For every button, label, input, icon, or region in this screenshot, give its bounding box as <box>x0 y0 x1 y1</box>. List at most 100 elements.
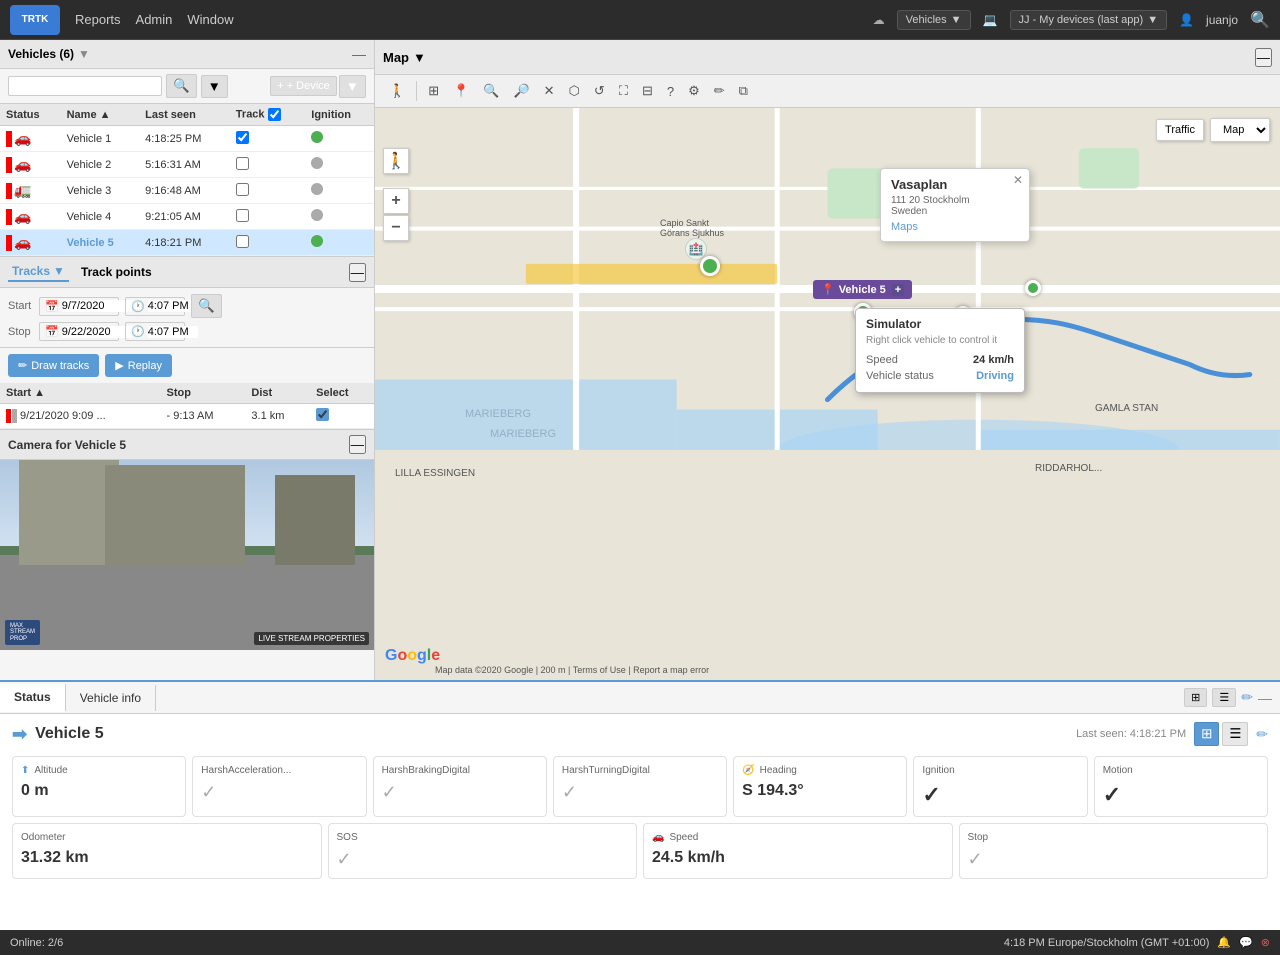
col-last-seen[interactable]: Last seen <box>139 104 230 126</box>
vehicles-title-button[interactable]: Vehicles (6) ▼ <box>8 47 90 61</box>
metric-sos-label: SOS <box>337 832 629 843</box>
nav-admin[interactable]: Admin <box>136 12 173 27</box>
camera-collapse-button[interactable]: — <box>349 435 366 454</box>
vehicle-track-cell[interactable] <box>230 152 305 178</box>
pin-tool-button[interactable]: 📍 <box>447 79 475 103</box>
status-icon-3[interactable]: ⊗ <box>1261 936 1270 949</box>
start-time-input[interactable]: 🕐 <box>125 297 185 316</box>
move-tool[interactable]: ✕ <box>538 79 561 103</box>
map-type-select[interactable]: Map <box>1210 118 1270 142</box>
edit-vehicle-button[interactable]: ✏ <box>1241 689 1253 706</box>
pegman-control[interactable]: 🚶 <box>383 148 409 174</box>
vehicle-row[interactable]: 🚗 Vehicle 1 4:18:25 PM <box>0 126 374 152</box>
status-tab[interactable]: Status <box>0 684 66 712</box>
track-checkbox[interactable] <box>236 183 249 196</box>
grid-view-toggle[interactable]: ⊞ <box>1194 722 1219 746</box>
person-tool-button[interactable]: 🚶 <box>383 79 411 103</box>
tracks-collapse-button[interactable]: — <box>349 263 366 282</box>
vehicles-collapse-button[interactable]: — <box>352 46 366 62</box>
metric-harsh_turning-label: HarshTurningDigital <box>562 765 718 776</box>
search-button[interactable]: 🔍 <box>1250 10 1270 30</box>
collapse-bottom-button[interactable]: — <box>1258 690 1272 706</box>
vehicle-info-tab[interactable]: Vehicle info <box>66 685 156 711</box>
track-col-start[interactable]: Start ▲ <box>0 383 160 404</box>
vehicle-track-cell[interactable] <box>230 178 305 204</box>
track-col-stop[interactable]: Stop <box>160 383 245 404</box>
track-all-checkbox[interactable] <box>268 108 281 121</box>
map-label-gamla-stan: GAMLA STAN <box>1095 403 1158 414</box>
map-title-button[interactable]: Map ▼ <box>383 50 426 65</box>
filter-button[interactable]: ▼ <box>201 75 228 98</box>
vehicle-search-input[interactable] <box>8 76 162 96</box>
stop-time-field[interactable] <box>148 326 198 338</box>
zoom-out-button[interactable]: − <box>383 215 409 241</box>
replay-button[interactable]: ▶ Replay <box>105 354 172 377</box>
tracks-tab[interactable]: Tracks ▼ <box>8 262 69 282</box>
start-date-input[interactable]: 📅 <box>39 297 119 316</box>
vehicle-track-cell[interactable] <box>230 204 305 230</box>
rotate-tool[interactable]: ↺ <box>588 79 611 103</box>
grid-tool-button[interactable]: ⊞ <box>422 79 445 103</box>
list-view-button[interactable]: ☰ <box>1212 688 1236 707</box>
vehicle-row[interactable]: 🚛 Vehicle 3 9:16:48 AM <box>0 178 374 204</box>
time-display: 4:18 PM Europe/Stockholm (GMT +01:00) <box>1004 937 1210 949</box>
col-status[interactable]: Status <box>0 104 61 126</box>
clock-icon: 🕐 <box>131 325 145 338</box>
maps-link[interactable]: Maps <box>891 221 918 233</box>
start-date-field[interactable] <box>62 300 132 312</box>
col-ignition[interactable]: Ignition <box>305 104 374 126</box>
zoom-out-tool[interactable]: 🔎 <box>507 79 535 103</box>
zoom-in-button[interactable]: + <box>383 188 409 214</box>
layers2-tool[interactable]: ⧉ <box>733 79 754 103</box>
map-area[interactable]: RISTINEBERG FREDHÄLL MARIEBERG MARIEBERG… <box>375 108 1280 680</box>
draw-tool[interactable]: ✏ <box>708 79 731 103</box>
track-checkbox[interactable] <box>236 157 249 170</box>
list-view-toggle[interactable]: ☰ <box>1222 722 1248 746</box>
vehicle-track-cell[interactable] <box>230 126 305 152</box>
track-checkbox[interactable] <box>236 209 249 222</box>
stop-date-field[interactable] <box>62 326 132 338</box>
simulator-title: Simulator <box>866 317 1014 331</box>
track-row[interactable]: 9/21/2020 9:09 ... - 9:13 AM 3.1 km <box>0 404 374 429</box>
status-icon-1[interactable]: 🔔 <box>1217 936 1231 949</box>
track-list: Start ▲ Stop Dist Select <box>0 383 374 429</box>
devices-dropdown[interactable]: JJ - My devices (last app) ▼ <box>1010 10 1168 30</box>
help-tool[interactable]: ? <box>661 80 680 103</box>
search-button[interactable]: 🔍 <box>166 74 197 98</box>
vehicle-track-cell[interactable] <box>230 230 305 256</box>
traffic-button[interactable]: Traffic <box>1156 119 1204 141</box>
stop-time-input[interactable]: 🕐 <box>125 322 185 341</box>
layer-tool[interactable]: ⬡ <box>563 79 586 103</box>
track-checkbox[interactable] <box>236 235 249 248</box>
zoom-in-tool[interactable]: 🔍 <box>477 79 505 103</box>
track-col-dist[interactable]: Dist <box>245 383 310 404</box>
edit-button[interactable]: ✏ <box>1256 726 1268 743</box>
popup-close-button[interactable]: ✕ <box>1013 173 1023 187</box>
status-icon-2[interactable]: 💬 <box>1239 936 1253 949</box>
vehicle-row[interactable]: 🚗 Vehicle 5 4:18:21 PM <box>0 230 374 256</box>
draw-tracks-button[interactable]: ✏ Draw tracks <box>8 354 99 377</box>
vehicle-row[interactable]: 🚗 Vehicle 4 9:21:05 AM <box>0 204 374 230</box>
fullscreen-tool[interactable]: ⛶ <box>613 79 634 103</box>
col-track[interactable]: Track <box>230 104 305 126</box>
add-device-button[interactable]: + + Device <box>270 76 337 96</box>
track-select-cell[interactable] <box>310 404 374 429</box>
vehicle-row[interactable]: 🚗 Vehicle 2 5:16:31 AM <box>0 152 374 178</box>
stop-date-input[interactable]: 📅 <box>39 322 119 341</box>
add-device-dropdown-button[interactable]: ▼ <box>339 75 366 98</box>
track-points-tab[interactable]: Track points <box>77 263 156 281</box>
config-tool[interactable]: ⚙ <box>682 79 706 103</box>
col-name[interactable]: Name ▲ <box>61 104 140 126</box>
metric-ignition-value: ✓ <box>922 782 1078 808</box>
track-checkbox[interactable] <box>236 131 249 144</box>
nav-window[interactable]: Window <box>187 12 233 27</box>
nav-reports[interactable]: Reports <box>75 12 121 27</box>
track-select-checkbox[interactable] <box>316 408 329 421</box>
vehicles-dropdown[interactable]: Vehicles ▼ <box>897 10 971 30</box>
grid-view-button[interactable]: ⊞ <box>1184 688 1207 707</box>
track-col-select[interactable]: Select <box>310 383 374 404</box>
map-collapse-button[interactable]: — <box>1255 48 1272 67</box>
search-tracks-button[interactable]: 🔍 <box>191 294 222 318</box>
table-tool[interactable]: ⊟ <box>636 79 659 103</box>
track-dist-cell: 3.1 km <box>245 404 310 429</box>
